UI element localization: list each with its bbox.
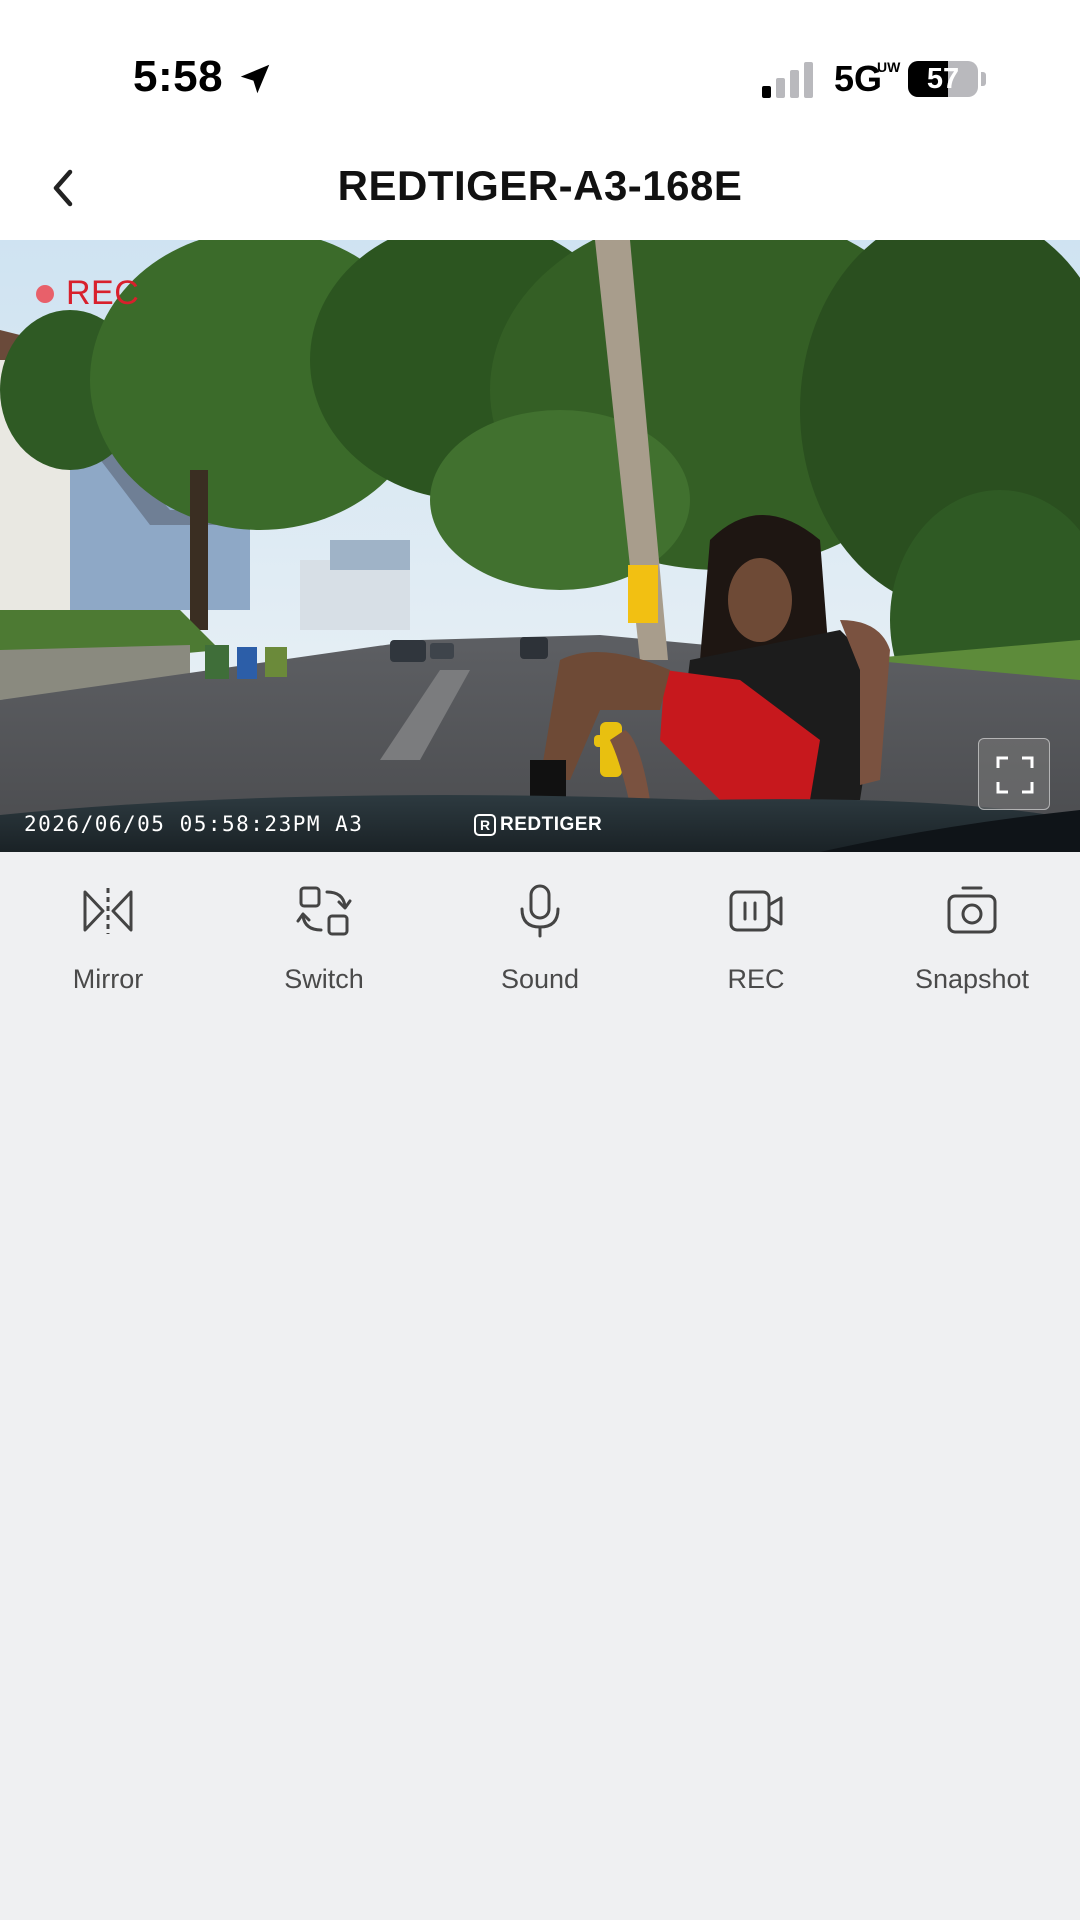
mirror-label: Mirror [72, 964, 144, 994]
switch-camera-icon [296, 886, 352, 936]
battery-level: 57 [926, 63, 960, 95]
redtiger-logo-icon: R [474, 814, 496, 836]
fullscreen-button[interactable] [978, 738, 1050, 810]
video-frame-image [0, 240, 1080, 852]
snapshot-button[interactable]: Snapshot [882, 882, 1062, 1012]
rec-button[interactable]: REC [666, 882, 846, 1012]
watermark-text: REDTIGER [500, 814, 603, 835]
live-video-feed[interactable]: REC 2026/06/05 05:58:23PM A3 R REDTIGER [0, 240, 1080, 852]
mirror-button[interactable]: Mirror [18, 882, 198, 1012]
snapshot-label: Snapshot [914, 964, 1030, 994]
mirror-icon [83, 888, 133, 934]
network-type: 5G [834, 58, 883, 99]
redtiger-watermark: R REDTIGER [474, 814, 602, 836]
rec-dot-icon [36, 284, 54, 303]
video-timestamp: 2026/06/05 05:58:23PM A3 [24, 812, 364, 836]
dashcam-live-view-screen: 5:58 5G UW 57 REDTIGER-A3-168E REC 2026/… [0, 0, 1080, 1920]
page-title: REDTIGER-A3-168E [337, 162, 743, 209]
battery-icon: 57 [908, 61, 978, 97]
switch-label: Switch [284, 964, 364, 994]
sound-label: Sound [500, 964, 580, 994]
fullscreen-icon [996, 756, 1034, 794]
microphone-icon [520, 884, 560, 938]
status-bar: 5:58 5G UW 57 [0, 0, 1080, 130]
status-time: 5:58 [133, 52, 224, 101]
sound-button[interactable]: Sound [450, 882, 630, 1012]
battery-tip [981, 72, 986, 86]
signal-icon [762, 62, 813, 98]
record-video-icon [729, 890, 783, 932]
control-bar: Mirror Switch Sound REC Snapshot [0, 852, 1080, 1032]
location-arrow-icon [240, 64, 270, 94]
nav-header: REDTIGER-A3-168E [0, 130, 1080, 240]
rec-label: REC [727, 964, 785, 994]
network-superscript: UW [877, 59, 901, 75]
rec-indicator-label: REC [66, 274, 140, 312]
switch-button[interactable]: Switch [234, 882, 414, 1012]
rec-badge: REC [36, 274, 139, 313]
camera-icon [947, 886, 997, 934]
